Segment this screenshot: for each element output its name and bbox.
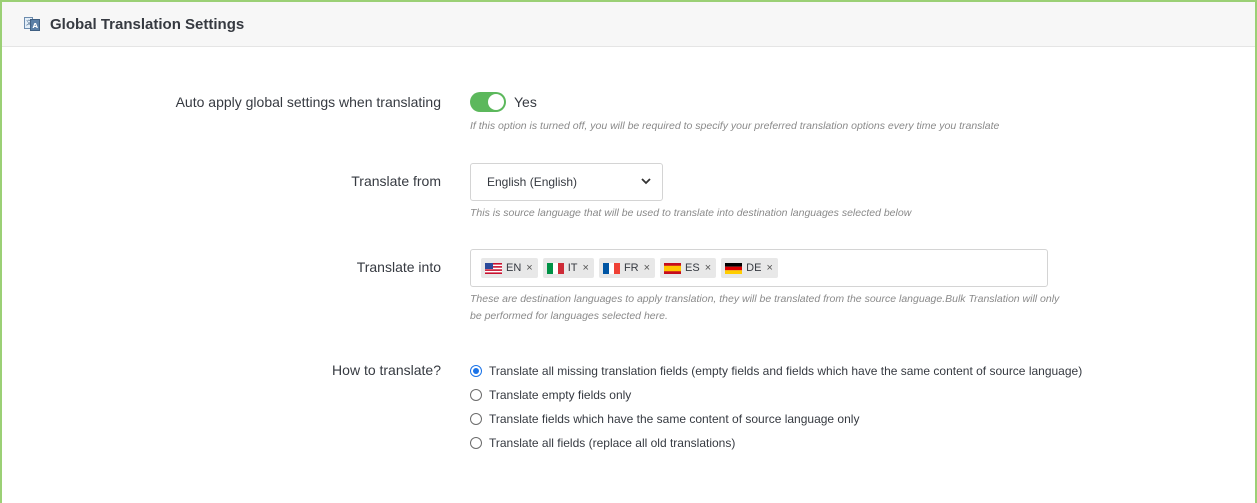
translate-icon: 文 A bbox=[24, 17, 40, 31]
translate-into-help-line1: These are destination languages to apply… bbox=[470, 293, 1060, 305]
translate-from-help: This is source language that will be use… bbox=[470, 207, 912, 219]
spain-flag-icon bbox=[664, 262, 682, 274]
radio-button-checked[interactable] bbox=[470, 365, 482, 377]
language-tag-fr[interactable]: FR × bbox=[598, 258, 656, 278]
language-code: EN bbox=[506, 262, 522, 274]
source-language-value: English (English) bbox=[487, 175, 578, 189]
radio-option-same-content-only[interactable]: Translate fields which have the same con… bbox=[470, 407, 1082, 431]
italy-flag-icon bbox=[546, 262, 564, 274]
radio-label: Translate all missing translation fields… bbox=[489, 364, 1083, 378]
radio-option-all-missing[interactable]: Translate all missing translation fields… bbox=[470, 359, 1082, 383]
remove-tag-icon[interactable]: × bbox=[766, 262, 772, 274]
language-tag-it[interactable]: IT × bbox=[542, 258, 594, 278]
global-translation-settings-panel: 文 A Global Translation Settings Auto app… bbox=[0, 0, 1257, 503]
translate-into-label: Translate into bbox=[356, 259, 441, 275]
radio-label: Translate fields which have the same con… bbox=[489, 412, 860, 426]
remove-tag-icon[interactable]: × bbox=[705, 262, 711, 274]
auto-apply-label: Auto apply global settings when translat… bbox=[175, 94, 441, 110]
radio-button[interactable] bbox=[470, 389, 482, 401]
language-code: IT bbox=[567, 262, 578, 274]
auto-apply-help: If this option is turned off, you will b… bbox=[470, 120, 1000, 132]
remove-tag-icon[interactable]: × bbox=[644, 262, 650, 274]
us-flag-icon bbox=[485, 262, 502, 274]
panel-title: Global Translation Settings bbox=[50, 15, 245, 33]
germany-flag-icon bbox=[725, 262, 743, 274]
translate-from-label: Translate from bbox=[351, 173, 441, 189]
auto-apply-toggle[interactable] bbox=[470, 92, 506, 112]
radio-label: Translate empty fields only bbox=[489, 388, 632, 402]
radio-label: Translate all fields (replace all old tr… bbox=[489, 436, 736, 450]
chevron-down-icon bbox=[641, 178, 651, 185]
language-code: FR bbox=[623, 262, 639, 274]
radio-button[interactable] bbox=[470, 413, 482, 425]
language-code: ES bbox=[685, 262, 700, 274]
translate-into-help-line2: be performed for languages selected here… bbox=[470, 310, 668, 322]
source-language-select[interactable]: English (English) bbox=[470, 163, 663, 201]
language-tag-es[interactable]: ES × bbox=[660, 258, 717, 278]
toggle-knob bbox=[488, 94, 504, 110]
language-code: DE bbox=[746, 262, 762, 274]
language-tag-de[interactable]: DE × bbox=[721, 258, 778, 278]
radio-option-all-fields[interactable]: Translate all fields (replace all old tr… bbox=[470, 431, 1082, 455]
radio-option-empty-only[interactable]: Translate empty fields only bbox=[470, 383, 1082, 407]
how-to-translate-label: How to translate? bbox=[332, 362, 441, 378]
radio-button[interactable] bbox=[470, 437, 482, 449]
svg-text:A: A bbox=[33, 22, 39, 30]
destination-languages-input[interactable]: EN × IT × FR × ES × DE × bbox=[470, 249, 1048, 287]
france-flag-icon bbox=[602, 262, 620, 274]
language-tag-en[interactable]: EN × bbox=[481, 258, 538, 278]
remove-tag-icon[interactable]: × bbox=[583, 262, 589, 274]
remove-tag-icon[interactable]: × bbox=[526, 262, 532, 274]
translation-mode-radio-group: Translate all missing translation fields… bbox=[470, 359, 1082, 455]
auto-apply-state: Yes bbox=[514, 94, 537, 110]
panel-header: 文 A Global Translation Settings bbox=[2, 2, 1255, 47]
svg-text:文: 文 bbox=[26, 19, 32, 27]
